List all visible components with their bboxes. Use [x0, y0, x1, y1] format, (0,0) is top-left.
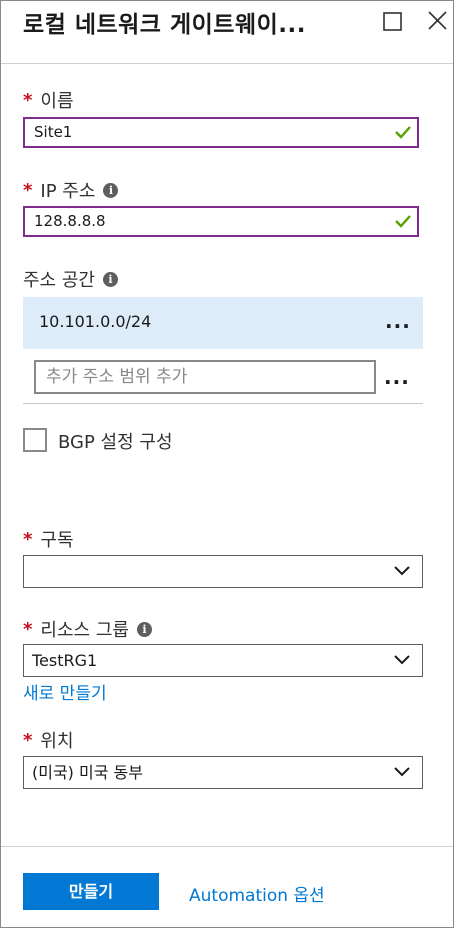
name-label: * 이름 — [23, 87, 74, 113]
location-label: * 위치 — [23, 727, 74, 753]
valid-check-icon — [395, 215, 411, 228]
divider — [23, 403, 423, 404]
resource-group-dropdown[interactable]: TestRG1 — [23, 644, 423, 677]
add-row-more-menu-button[interactable]: ... — [384, 365, 410, 389]
resource-group-label-text: 리소스 그룹 — [40, 620, 129, 641]
chevron-down-icon — [394, 767, 410, 777]
address-space-value: 10.101.0.0/24 — [39, 312, 152, 331]
required-marker: * — [23, 729, 33, 751]
add-address-range-input[interactable]: 추가 주소 범위 추가 — [34, 360, 376, 394]
required-marker: * — [23, 618, 33, 640]
page-title: 로컬 네트워크 게이트웨이... — [23, 12, 306, 38]
ip-address-input[interactable]: 128.8.8.8 — [23, 206, 419, 237]
required-marker: * — [23, 179, 33, 201]
maximize-button[interactable] — [380, 7, 406, 33]
bgp-checkbox[interactable] — [23, 428, 47, 452]
ip-address-value: 128.8.8.8 — [34, 212, 106, 230]
chevron-down-icon — [394, 566, 410, 576]
info-icon[interactable]: i — [103, 182, 119, 198]
address-space-label: 주소 공간 i — [23, 266, 118, 292]
row-more-menu-button[interactable]: ... — [385, 309, 411, 333]
footer-divider — [1, 846, 453, 847]
subscription-label: * 구독 — [23, 526, 74, 552]
info-icon[interactable]: i — [102, 271, 118, 287]
ip-address-label-text: IP 주소 — [40, 181, 96, 202]
info-icon[interactable]: i — [136, 621, 152, 637]
blade-panel: 로컬 네트워크 게이트웨이... * 이름 Site1 * IP 주소 i 12… — [0, 0, 454, 928]
name-input[interactable]: Site1 — [23, 117, 419, 148]
address-space-label-text: 주소 공간 — [23, 270, 95, 291]
chevron-down-icon — [394, 655, 410, 665]
name-input-value: Site1 — [34, 123, 73, 141]
automation-options-link[interactable]: Automation 옵션 — [189, 881, 325, 906]
location-dropdown[interactable]: (미국) 미국 동부 — [23, 756, 423, 789]
address-space-row[interactable]: 10.101.0.0/24 ... — [23, 297, 423, 349]
valid-check-icon — [395, 126, 411, 139]
close-icon — [428, 11, 447, 30]
resource-group-label: * 리소스 그룹 i — [23, 616, 152, 642]
subscription-label-text: 구독 — [40, 530, 74, 551]
blade-header: 로컬 네트워크 게이트웨이... — [1, 1, 453, 64]
bgp-checkbox-label[interactable]: BGP 설정 구성 — [58, 428, 173, 454]
close-button[interactable] — [425, 7, 451, 33]
create-button[interactable]: 만들기 — [23, 873, 159, 910]
maximize-icon — [383, 12, 402, 31]
resource-group-value: TestRG1 — [32, 651, 98, 670]
ip-address-label: * IP 주소 i — [23, 177, 119, 203]
subscription-dropdown[interactable] — [23, 555, 423, 588]
required-marker: * — [23, 528, 33, 550]
name-label-text: 이름 — [40, 91, 74, 112]
required-marker: * — [23, 89, 33, 111]
location-value: (미국) 미국 동부 — [32, 763, 143, 782]
create-new-resource-group-link[interactable]: 새로 만들기 — [23, 679, 107, 704]
location-label-text: 위치 — [40, 731, 74, 752]
